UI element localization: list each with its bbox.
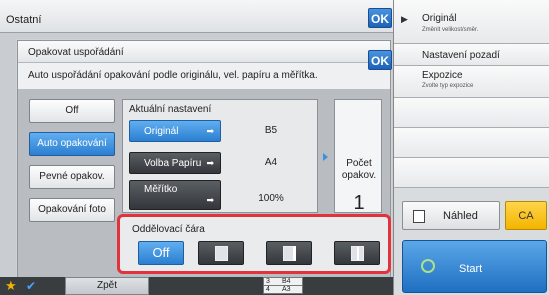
repeat-count-label-1: Počet	[346, 158, 372, 169]
right-item-empty-1	[394, 98, 549, 128]
dialog-description: Auto uspořádání opakování podle originál…	[28, 70, 318, 81]
separator-option-3-button[interactable]	[334, 241, 380, 265]
bottom-bar: ★ ✔ Zpět 3 B4 4 A3	[0, 277, 393, 295]
repeat-count-value: 1	[353, 192, 365, 214]
original-setting-label: Originál	[144, 126, 179, 137]
preview-button[interactable]: Náhled	[402, 201, 500, 230]
mode-auto-repeat-button[interactable]: Auto opakování	[29, 132, 115, 156]
start-button[interactable]: Start	[402, 240, 547, 293]
current-settings-panel: Aktuální nastavení Originál ➡ B5 Volba P…	[122, 99, 318, 213]
page-icon	[215, 246, 228, 261]
start-icon	[421, 259, 435, 273]
right-item-exposure[interactable]: Expozice Zvolte typ expozice	[394, 66, 549, 98]
mode-off-button[interactable]: Off	[29, 99, 115, 123]
page-icon	[351, 246, 364, 261]
right-item-exposure-subtitle: Zvolte typ expozice	[422, 83, 474, 89]
star-icon[interactable]: ★	[5, 278, 17, 294]
ratio-value: 100%	[258, 193, 284, 204]
separator-line-panel: Oddělovací čára Off	[117, 214, 391, 274]
paper-select-label: Volba Papíru	[144, 158, 202, 169]
preview-label: Náhled	[443, 210, 478, 222]
mode-photo-repeat-button[interactable]: Opakování foto	[29, 198, 115, 222]
arrow-right-icon: ➡	[206, 158, 214, 168]
tray-3-number: 3	[266, 278, 270, 285]
paper-value: A4	[264, 157, 278, 168]
right-item-background-title: Nastavení pozadí	[422, 50, 500, 61]
separator-line-heading: Oddělovací čára	[132, 224, 205, 235]
right-item-empty-2	[394, 128, 549, 158]
play-arrow-icon: ▶	[401, 14, 408, 24]
right-item-exposure-title: Expozice	[422, 70, 463, 81]
repeat-count-panel: Počet opakov. 1	[334, 99, 382, 214]
tray-3-size: B4	[282, 278, 291, 285]
page-icon	[283, 246, 296, 261]
paper-select-button[interactable]: Volba Papíru ➡	[129, 152, 221, 174]
ratio-button[interactable]: Měřítko ➡	[129, 180, 221, 210]
right-item-original[interactable]: ▶ Originál Změnit velikost/směr.	[394, 0, 549, 44]
tray-4-indicator: 4 A3	[263, 285, 303, 294]
right-item-original-title: Originál	[422, 13, 457, 24]
right-item-empty-3	[394, 158, 549, 188]
separator-option-2-button[interactable]	[266, 241, 312, 265]
preview-icon	[413, 210, 425, 223]
original-setting-button[interactable]: Originál ➡	[129, 120, 221, 142]
dialog-title: Opakovat uspořádání	[28, 47, 124, 58]
arrow-right-icon: ➡	[206, 126, 214, 136]
current-settings-heading: Aktuální nastavení	[129, 104, 212, 115]
mode-fixed-repeat-button[interactable]: Pevné opakov.	[29, 165, 115, 189]
screen-title: Ostatní	[6, 14, 42, 26]
top-ok-button[interactable]: OK	[368, 8, 392, 28]
top-bar: Ostatní	[0, 0, 393, 33]
separator-off-button[interactable]: Off	[138, 241, 184, 265]
pointer-triangle-icon	[323, 153, 328, 161]
separator-option-1-button[interactable]	[198, 241, 244, 265]
dialog-header: Opakovat uspořádání	[18, 41, 390, 63]
tray-4-size: A3	[282, 286, 291, 293]
checkmark-icon[interactable]: ✔	[26, 279, 36, 293]
screen: Ostatní OK Opakovat uspořádání Auto uspo…	[0, 0, 549, 295]
back-button[interactable]: Zpět	[65, 277, 149, 295]
ratio-label: Měřítko	[144, 184, 178, 195]
arrow-right-icon: ➡	[206, 195, 214, 205]
tray-4-number: 4	[266, 286, 270, 293]
dialog-ok-button[interactable]: OK	[368, 50, 392, 70]
original-value: B5	[264, 125, 278, 136]
right-item-original-subtitle: Změnit velikost/směr.	[422, 27, 479, 33]
start-label: Start	[459, 263, 483, 275]
right-item-background[interactable]: Nastavení pozadí	[394, 44, 549, 66]
clear-all-button[interactable]: CA	[505, 201, 547, 230]
repeat-count-label-2: opakov.	[341, 170, 377, 181]
